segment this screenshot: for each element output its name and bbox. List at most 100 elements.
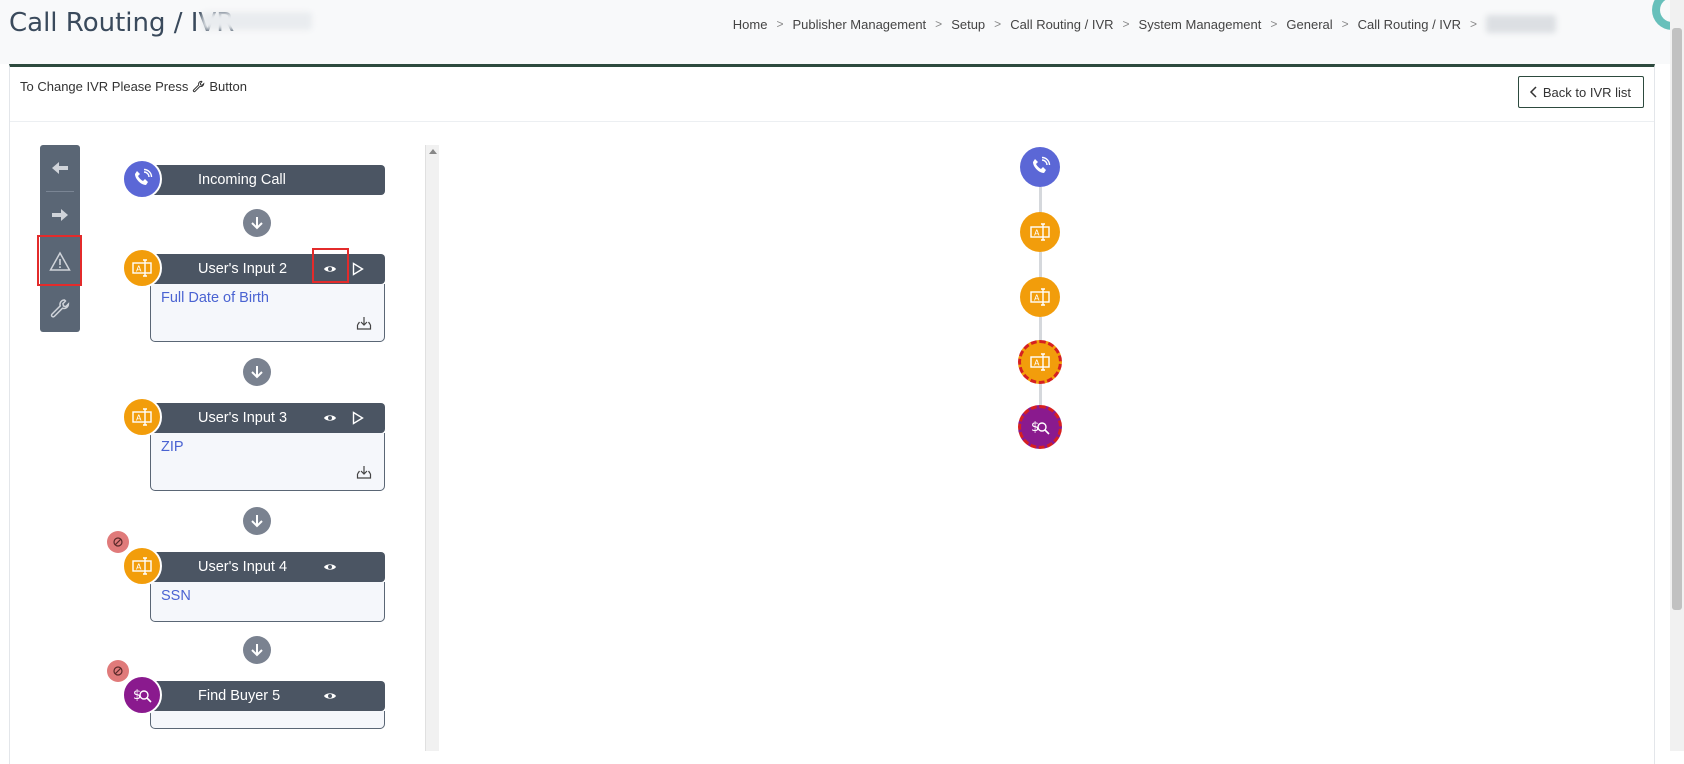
breadcrumb-separator: >: [1469, 17, 1477, 31]
text-input-icon: A: [1030, 223, 1050, 241]
breadcrumb-item-call-routing-ivr[interactable]: Call Routing / IVR: [1358, 17, 1461, 32]
minimap-node-users-input-4[interactable]: A: [1018, 340, 1062, 384]
view-node-button[interactable]: [322, 410, 338, 426]
node-body-find-buyer-5[interactable]: [150, 711, 385, 729]
back-to-ivr-list-button[interactable]: Back to IVR list: [1517, 76, 1644, 108]
breadcrumb-separator: >: [1341, 17, 1349, 31]
eye-icon: [324, 693, 336, 699]
download-tray-icon[interactable]: [356, 464, 372, 480]
node-subtitle: ZIP: [161, 439, 184, 455]
page-scrollbar-thumb[interactable]: [1672, 28, 1682, 610]
validate-button[interactable]: [40, 239, 80, 285]
arrow-down-icon: [251, 644, 263, 657]
ivr-toolbar: [40, 145, 80, 332]
node-body-users-input-3[interactable]: ZIP: [150, 433, 385, 491]
node-title: User's Input 4: [198, 559, 288, 575]
page-scrollbar[interactable]: [1670, 0, 1684, 751]
hint-text-after: Button: [209, 79, 247, 94]
eye-icon: [324, 564, 336, 570]
text-input-icon: A: [132, 408, 152, 426]
node-title: User's Input 2: [198, 261, 288, 277]
node-body-users-input-2[interactable]: Full Date of Birth: [150, 284, 385, 342]
svg-text:A: A: [136, 265, 142, 274]
arrow-down-icon: [251, 515, 263, 528]
flow-connector: [243, 507, 271, 535]
svg-text:A: A: [1034, 229, 1040, 238]
breadcrumb-separator: >: [1270, 17, 1278, 31]
view-node-button[interactable]: [322, 688, 338, 704]
svg-text:A: A: [1034, 359, 1040, 368]
card-header: To Change IVR Please Press Button Back t…: [10, 67, 1654, 122]
edit-hint: To Change IVR Please Press Button: [20, 79, 247, 94]
eye-icon: [324, 266, 336, 272]
minimap-node-find-buyer-5[interactable]: $: [1018, 405, 1062, 449]
dollar-search-icon: $: [1031, 420, 1050, 435]
play-node-button[interactable]: [350, 261, 366, 277]
scroll-up-arrow[interactable]: [429, 149, 437, 154]
breadcrumb: Home > Publisher Management > Setup > Ca…: [733, 15, 1556, 33]
flow-connector: [243, 358, 271, 386]
arrow-right-icon: [52, 209, 68, 221]
node-header-users-input-4[interactable]: User's Input 4: [150, 552, 385, 582]
breadcrumb-item-home[interactable]: Home: [733, 17, 768, 32]
breadcrumb-separator: >: [994, 17, 1002, 31]
breadcrumb-item-call-routing[interactable]: Call Routing / IVR: [1010, 17, 1113, 32]
flow-connector: [243, 209, 271, 237]
redo-button[interactable]: [40, 192, 80, 238]
edit-ivr-button[interactable]: [40, 286, 80, 332]
node-subtitle: Full Date of Birth: [161, 290, 269, 306]
breadcrumb-separator: >: [776, 17, 784, 31]
node-header-incoming-call[interactable]: Incoming Call: [150, 165, 385, 195]
disabled-indicator[interactable]: [107, 660, 129, 682]
eye-icon: [324, 415, 336, 421]
svg-text:A: A: [136, 414, 142, 423]
phone-ring-icon: [135, 168, 153, 185]
wrench-icon: [193, 80, 205, 93]
flow-connector: [243, 636, 271, 664]
blurred-subtitle: [202, 12, 312, 30]
view-node-button[interactable]: [322, 261, 338, 277]
node-body-users-input-4[interactable]: SSN: [150, 582, 385, 622]
minimap-node-users-input-3[interactable]: A: [1020, 277, 1060, 317]
arrow-down-icon: [251, 366, 263, 379]
undo-button[interactable]: [40, 145, 80, 191]
play-icon: [352, 262, 364, 276]
ban-icon: [113, 537, 123, 547]
svg-text:A: A: [1034, 294, 1040, 303]
minimap-node-users-input-2[interactable]: A: [1020, 212, 1060, 252]
breadcrumb-item-system-management[interactable]: System Management: [1139, 17, 1262, 32]
text-input-icon: A: [1030, 353, 1050, 371]
hint-text-before: To Change IVR Please Press: [20, 79, 189, 94]
play-node-button[interactable]: [350, 410, 366, 426]
text-input-icon: A: [132, 557, 152, 575]
download-tray-icon[interactable]: [356, 315, 372, 331]
breadcrumb-item-general[interactable]: General: [1286, 17, 1332, 32]
dollar-search-icon: $: [133, 688, 152, 703]
page-title: Call Routing / IVR: [9, 8, 235, 38]
wrench-icon: [50, 299, 70, 318]
incoming-call-badge: [122, 159, 162, 199]
users-input-badge: A: [122, 546, 162, 586]
top-bar: Call Routing / IVR Home > Publisher Mana…: [0, 0, 1684, 64]
node-title: Incoming Call: [198, 172, 286, 188]
breadcrumb-item-publisher-management[interactable]: Publisher Management: [792, 17, 926, 32]
flow-scrollbar[interactable]: [425, 145, 439, 751]
minimap-node-incoming-call[interactable]: [1020, 147, 1060, 187]
node-header-find-buyer-5[interactable]: Find Buyer 5: [150, 681, 385, 711]
disabled-indicator[interactable]: [107, 531, 129, 553]
warning-icon: [49, 251, 71, 271]
svg-text:A: A: [136, 563, 142, 572]
breadcrumb-separator: >: [1122, 17, 1130, 31]
play-icon: [352, 411, 364, 425]
users-input-badge: A: [122, 397, 162, 437]
view-node-button[interactable]: [322, 559, 338, 575]
ban-icon: [113, 666, 123, 676]
breadcrumb-item-setup[interactable]: Setup: [951, 17, 985, 32]
ivr-flow: Incoming Call User's Input 2 Full Date o…: [107, 145, 415, 751]
breadcrumb-item-blurred: [1486, 15, 1556, 33]
users-input-badge: A: [122, 248, 162, 288]
find-buyer-badge: $: [122, 675, 162, 715]
chevron-left-icon: [1529, 86, 1537, 98]
arrow-left-icon: [52, 162, 68, 174]
node-title: Find Buyer 5: [198, 688, 281, 704]
